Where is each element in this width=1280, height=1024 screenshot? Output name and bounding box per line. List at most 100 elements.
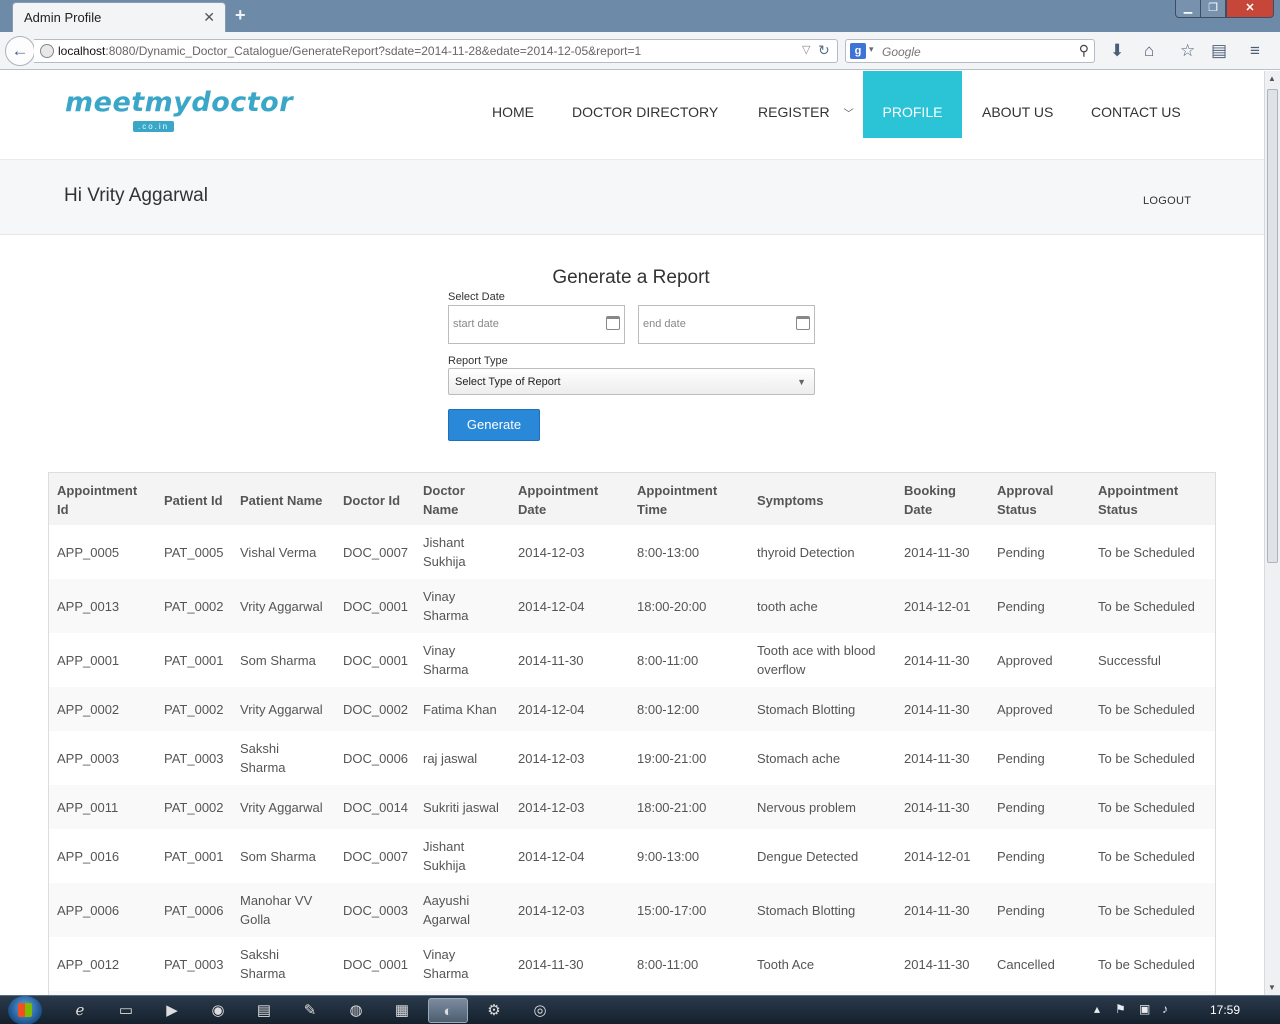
- generate-button[interactable]: Generate: [448, 409, 540, 441]
- cell-patient-id: PAT_0003: [156, 731, 232, 785]
- sticky-notes-icon[interactable]: ✎: [290, 998, 330, 1023]
- downloads-icon[interactable]: ⬇: [1110, 41, 1124, 61]
- cell-appointment-id: APP_0005: [49, 525, 156, 579]
- cell-doctor-name: Sukriti jaswal: [415, 785, 510, 829]
- cell-symptoms: Tooth ace with blood overflow: [749, 633, 896, 687]
- cell-doctor-name: Vinay Sharma: [415, 937, 510, 991]
- app-window-icon[interactable]: ▦: [382, 998, 422, 1023]
- site-identity-icon[interactable]: [40, 44, 54, 58]
- nav-home[interactable]: HOME: [492, 71, 534, 138]
- new-tab-icon[interactable]: +: [235, 5, 246, 26]
- scroll-up-icon[interactable]: ▲: [1268, 74, 1276, 83]
- google-engine-icon[interactable]: g: [850, 43, 866, 59]
- home-icon[interactable]: ⌂: [1144, 41, 1154, 61]
- greeting-bar: Hi Vrity Aggarwal LOGOUT: [0, 159, 1264, 235]
- cell-patient-name: Sakshi Sharma: [232, 731, 335, 785]
- logo-text: meetmydoctor: [65, 87, 294, 118]
- cell-doctor-id: DOC_0006: [335, 731, 415, 785]
- cell-appointment-time: 19:00-21:00: [629, 731, 749, 785]
- start-date-input[interactable]: [453, 318, 593, 330]
- search-icon[interactable]: ⚲: [1079, 42, 1089, 59]
- cell-patient-id: PAT_0005: [156, 525, 232, 579]
- engine-dropdown-icon[interactable]: ▾: [869, 44, 874, 55]
- cell-appointment-status: To be Scheduled: [1090, 525, 1215, 579]
- windows-logo-icon: [18, 1003, 32, 1017]
- media-player-icon[interactable]: ▶: [152, 998, 192, 1023]
- browser-titlebar: Admin Profile ✕ + ▁ ❐ ✕: [0, 0, 1280, 32]
- cell-appointment-time: 18:00-20:00: [629, 579, 749, 633]
- report-type-select[interactable]: Select Type of Report ▼: [448, 368, 815, 395]
- cell-patient-name: Vrity Aggarwal: [232, 785, 335, 829]
- cell-appointment-id: APP_0013: [49, 579, 156, 633]
- settings-gear-icon[interactable]: ⚙: [474, 998, 514, 1023]
- url-host: localhost: [58, 44, 106, 58]
- window-maximize-button[interactable]: ❐: [1200, 0, 1226, 18]
- scroll-down-icon[interactable]: ▼: [1268, 983, 1276, 992]
- cell-appointment-date: 2014-12-03: [510, 525, 629, 579]
- back-button[interactable]: ←: [5, 36, 35, 66]
- calendar-icon[interactable]: [796, 316, 810, 330]
- window-minimize-button[interactable]: ▁: [1175, 0, 1201, 18]
- action-center-flag-icon[interactable]: ⚑: [1115, 1002, 1126, 1016]
- cell-approval-status: Cancelled: [989, 937, 1090, 991]
- bookmark-star-icon[interactable]: ☆: [1180, 41, 1195, 61]
- nav-register[interactable]: REGISTER ﹀: [758, 71, 854, 138]
- tab-close-icon[interactable]: ✕: [203, 9, 215, 26]
- cell-patient-name: Manohar VV Golla: [232, 883, 335, 937]
- cell-doctor-name: Vinay Sharma: [415, 633, 510, 687]
- menu-icon[interactable]: ≡: [1250, 41, 1260, 61]
- search-bar[interactable]: g ▾ Google ⚲: [845, 39, 1095, 63]
- end-date-field[interactable]: [638, 305, 815, 344]
- file-explorer-icon[interactable]: ▭: [106, 998, 146, 1023]
- logout-link[interactable]: LOGOUT: [1143, 195, 1191, 207]
- cell-approval-status: Pending: [989, 785, 1090, 829]
- cell-appointment-status: To be Scheduled: [1090, 883, 1215, 937]
- cell-appointment-date: 2014-12-03: [510, 785, 629, 829]
- window-close-button[interactable]: ✕: [1226, 0, 1274, 18]
- url-bar[interactable]: localhost:8080/Dynamic_Doctor_Catalogue/…: [34, 39, 838, 63]
- nav-contact-us[interactable]: CONTACT US: [1091, 71, 1181, 138]
- nav-about-us[interactable]: ABOUT US: [982, 71, 1053, 138]
- site-logo[interactable]: meetmydoctor .co.in: [65, 87, 293, 139]
- cell-patient-name: Sakshi Sharma: [232, 937, 335, 991]
- cell-appointment-time: 8:00-13:00: [629, 525, 749, 579]
- chrome-icon[interactable]: ◉: [198, 998, 238, 1023]
- table-row: APP_0013 PAT_0002 Vrity Aggarwal DOC_0001 Vi…: [49, 579, 1215, 633]
- cell-booking-date: 2014-11-30: [896, 687, 989, 731]
- end-date-input[interactable]: [643, 318, 783, 330]
- cell-symptoms: Stomach Blotting: [749, 883, 896, 937]
- bookmarks-menu-icon[interactable]: ▤: [1211, 41, 1227, 61]
- network-icon[interactable]: ▣: [1139, 1002, 1150, 1016]
- table-row: APP_0001 PAT_0001 Som Sharma DOC_0001 Vinay …: [49, 633, 1215, 687]
- cell-appointment-date: 2014-12-03: [510, 883, 629, 937]
- browser-tab[interactable]: Admin Profile ✕: [12, 2, 226, 32]
- start-button[interactable]: [8, 996, 42, 1024]
- header-doctor-name: Doctor Name: [415, 473, 510, 525]
- firefox-icon[interactable]: ◐: [428, 998, 468, 1023]
- cell-doctor-id: DOC_0007: [335, 525, 415, 579]
- header-symptoms: Symptoms: [749, 473, 896, 525]
- tools-icon[interactable]: ◎: [520, 998, 560, 1023]
- nav-doctor-directory[interactable]: DOCTOR DIRECTORY: [572, 71, 718, 138]
- page-scrollbar[interactable]: ▲ ▼: [1264, 71, 1280, 995]
- web-page: meetmydoctor .co.in HOME DOCTOR DIRECTOR…: [0, 71, 1264, 995]
- cell-symptoms: thyroid Detection: [749, 525, 896, 579]
- calendar-icon[interactable]: [606, 316, 620, 330]
- cell-approval-status: Pending: [989, 525, 1090, 579]
- notepad-icon[interactable]: ▤: [244, 998, 284, 1023]
- reload-icon[interactable]: ↻: [818, 42, 830, 59]
- cell-symptoms: Stomach Blotting: [749, 687, 896, 731]
- eclipse-icon[interactable]: ◍: [336, 998, 376, 1023]
- cell-appointment-time: 18:00-21:00: [629, 785, 749, 829]
- url-history-dropdown-icon[interactable]: ▽: [802, 43, 810, 56]
- tray-expand-icon[interactable]: ▴: [1094, 1002, 1100, 1016]
- cell-appointment-time: 9:00-13:00: [629, 829, 749, 883]
- scrollbar-thumb[interactable]: [1267, 89, 1278, 563]
- volume-icon[interactable]: ♪: [1162, 1002, 1168, 1016]
- nav-profile[interactable]: PROFILE: [863, 71, 962, 138]
- internet-explorer-icon[interactable]: ℯ: [60, 998, 100, 1023]
- start-date-field[interactable]: [448, 305, 625, 344]
- select-date-label: Select Date: [448, 291, 505, 303]
- taskbar-clock[interactable]: 17:59: [1210, 1003, 1240, 1017]
- cell-doctor-id: DOC_0002: [335, 687, 415, 731]
